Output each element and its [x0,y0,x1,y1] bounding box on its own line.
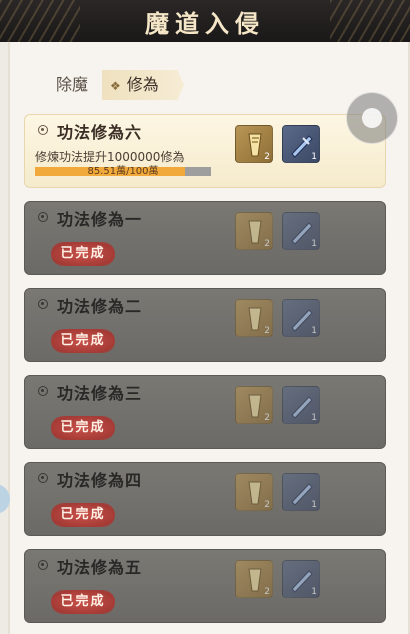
completed-badge: 已完成 [51,416,115,440]
reward-item-2[interactable]: 1 [282,560,320,598]
reward-item-2[interactable]: 1 [282,299,320,337]
quest-name: 功法修為四 [57,471,143,490]
tab-xiuwei-label: 修為 [126,75,159,94]
bullet-icon [38,125,48,135]
progress-text: 85.51萬/100萬 [87,166,159,177]
quest-card-active[interactable]: 功法修為六 修煉功法提升1000000修為 85.51萬/100萬 2 1 [24,114,386,188]
reward-item-1[interactable]: 2 [235,212,273,250]
quest-card-completed[interactable]: 功法修為四 已完成 2 1 [24,462,386,536]
quest-card-completed[interactable]: 功法修為五 已完成 2 1 [24,549,386,623]
quest-name: 功法修為二 [57,297,143,316]
reward-item-1[interactable]: 2 [235,299,273,337]
reward-count: 2 [264,326,270,336]
completed-badge: 已完成 [51,503,115,527]
bullet-icon [38,386,48,396]
completed-badge: 已完成 [51,329,115,353]
reward-item-1[interactable]: 2 [235,125,273,163]
bullet-icon [38,560,48,570]
reward-count: 2 [264,500,270,510]
tab-chumo[interactable]: 除魔 [56,70,88,100]
reward-count: 1 [311,587,317,597]
quest-name: 功法修為五 [57,558,143,577]
reward-item-2[interactable]: 1 [282,386,320,424]
tab-xiuwei[interactable]: ❖ 修為 [102,70,184,100]
quest-card-completed[interactable]: 功法修為二 已完成 2 1 [24,288,386,362]
bullet-icon [38,299,48,309]
reward-item-1[interactable]: 2 [235,473,273,511]
reward-count: 2 [264,239,270,249]
reward-item-2[interactable]: 1 [282,212,320,250]
reward-count: 2 [264,587,270,597]
quest-card-completed[interactable]: 功法修為一 已完成 2 1 [24,201,386,275]
quest-card-completed[interactable]: 功法修為三 已完成 2 1 [24,375,386,449]
quest-description: 修煉功法提升1000000修為 [35,150,185,164]
quest-name: 功法修為一 [57,210,143,229]
quest-name: 功法修為六 [57,123,143,142]
reward-item-2[interactable]: 1 [282,125,320,163]
title-bar: 魔道入侵 [0,0,410,42]
reward-count: 1 [311,152,317,162]
reward-count: 2 [264,413,270,423]
completed-badge: 已完成 [51,590,115,614]
quest-name: 功法修為三 [57,384,143,403]
reward-item-2[interactable]: 1 [282,473,320,511]
reward-count: 2 [264,152,270,162]
bullet-icon [38,473,48,483]
reward-count: 1 [311,239,317,249]
diamond-icon: ❖ [110,79,121,93]
reward-count: 1 [311,500,317,510]
page-title: 魔道入侵 [145,9,265,38]
completed-badge: 已完成 [51,242,115,266]
reward-item-1[interactable]: 2 [235,386,273,424]
bullet-icon [38,212,48,222]
reward-count: 1 [311,413,317,423]
reward-item-1[interactable]: 2 [235,560,273,598]
reward-count: 1 [311,326,317,336]
floating-assistive-button[interactable] [346,92,398,144]
